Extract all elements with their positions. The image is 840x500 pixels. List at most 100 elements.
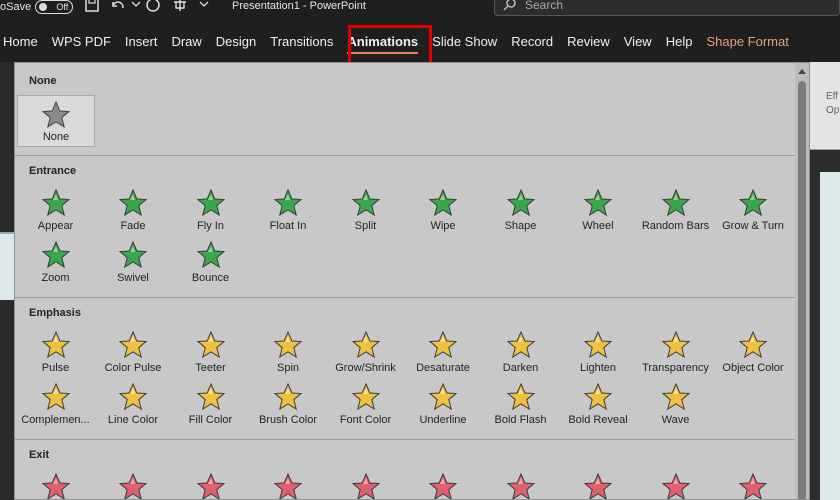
animation-emphasis-lighten[interactable]: Lighten: [560, 327, 637, 377]
animation-emphasis-darken[interactable]: Darken: [482, 327, 559, 377]
tab-transitions[interactable]: Transitions: [263, 20, 340, 62]
animation-exit-item[interactable]: [405, 469, 482, 499]
animation-emphasis-font-color[interactable]: Font Color: [327, 379, 404, 429]
autosave[interactable]: oSave Off: [0, 0, 74, 14]
star-entrance-icon: [118, 240, 148, 269]
animation-emphasis-color-pulse[interactable]: Color Pulse: [95, 327, 172, 377]
effect-options-line2: Opti: [826, 105, 840, 116]
tab-help[interactable]: Help: [659, 20, 700, 62]
animation-emphasis-fill-color[interactable]: Fill Color: [172, 379, 249, 429]
left-pane-strip: [0, 62, 14, 500]
star-exit-icon: [738, 472, 768, 499]
animation-entrance-wipe[interactable]: Wipe: [405, 185, 482, 235]
animation-emphasis-underline[interactable]: Underline: [405, 379, 482, 429]
animation-emphasis-line-color[interactable]: Line Color: [95, 379, 172, 429]
animation-emphasis-teeter[interactable]: Teeter: [172, 327, 249, 377]
animation-emphasis-brush-color[interactable]: Brush Color: [250, 379, 327, 429]
star-entrance-icon: [738, 188, 768, 217]
animation-entrance-fade[interactable]: Fade: [95, 185, 172, 235]
star-exit-icon: [196, 472, 225, 499]
scroll-up-arrow-icon[interactable]: [798, 69, 806, 74]
tab-slide-show[interactable]: Slide Show: [425, 20, 504, 62]
animation-label: Shape: [504, 220, 537, 232]
animation-emphasis-transparency[interactable]: Transparency: [637, 327, 714, 377]
animation-exit-item[interactable]: [560, 469, 637, 499]
star-emphasis-icon: [351, 382, 380, 411]
animation-label: Random Bars: [641, 220, 710, 232]
start-slideshow-icon[interactable]: [172, 0, 188, 14]
tab-wps-pdf[interactable]: WPS PDF: [45, 20, 118, 62]
animation-emphasis-complemen[interactable]: Complemen...: [17, 379, 94, 429]
save-icon[interactable]: [84, 0, 100, 14]
animation-emphasis-desaturate[interactable]: Desaturate: [405, 327, 482, 377]
animation-emphasis-bold-reveal[interactable]: Bold Reveal: [560, 379, 637, 429]
animation-entrance-split[interactable]: Split: [327, 185, 404, 235]
animation-exit-item[interactable]: [482, 469, 559, 499]
animation-exit-item[interactable]: [95, 469, 172, 499]
animation-label: Fade: [120, 220, 146, 232]
search-box[interactable]: Search: [494, 0, 840, 16]
star-emphasis-icon: [428, 382, 458, 411]
animation-emphasis-pulse[interactable]: Pulse: [17, 327, 94, 377]
animation-emphasis-grow-shrink[interactable]: Grow/Shrink: [327, 327, 404, 377]
animation-exit-item[interactable]: [637, 469, 714, 499]
animation-entrance-random-bars[interactable]: Random Bars: [637, 185, 714, 235]
redo-icon[interactable]: [145, 0, 161, 14]
animation-entrance-zoom[interactable]: Zoom: [17, 237, 94, 287]
animation-label: Appear: [37, 220, 74, 232]
animation-entrance-float-in[interactable]: Float In: [250, 185, 327, 235]
effect-options-button[interactable]: Eff Opti: [826, 90, 840, 118]
tab-animations[interactable]: Animations: [340, 20, 425, 62]
tab-record[interactable]: Record: [504, 20, 560, 62]
animation-label: Wheel: [582, 220, 614, 232]
scrollbar-thumb[interactable]: [798, 81, 806, 499]
star-entrance-icon: [118, 188, 148, 217]
animation-exit-item[interactable]: [715, 469, 792, 499]
animation-emphasis-wave[interactable]: Wave: [637, 379, 714, 429]
animation-entrance-appear[interactable]: Appear: [17, 185, 94, 235]
star-gray-icon: [41, 100, 71, 129]
animation-label: Float In: [269, 220, 307, 232]
star-exit-icon: [428, 472, 458, 499]
animation-label: Fly In: [197, 220, 224, 232]
animation-label: Grow/Shrink: [335, 362, 396, 374]
tab-view[interactable]: View: [617, 20, 659, 62]
tab-review[interactable]: Review: [560, 20, 617, 62]
tab-shape-format[interactable]: Shape Format: [699, 20, 795, 62]
animation-emphasis-object-color[interactable]: Object Color: [715, 327, 792, 377]
animation-entrance-grow-turn[interactable]: Grow & Turn: [715, 185, 792, 235]
tab-insert[interactable]: Insert: [118, 20, 165, 62]
animation-exit-item[interactable]: [17, 469, 94, 499]
animation-exit-item[interactable]: [172, 469, 249, 499]
animation-label: Bold Flash: [494, 414, 547, 426]
document-title: Presentation1 - PowerPoint: [232, 0, 366, 12]
tab-draw[interactable]: Draw: [164, 20, 208, 62]
customize-toolbar-icon[interactable]: [196, 0, 212, 14]
animation-emphasis-bold-flash[interactable]: Bold Flash: [482, 379, 559, 429]
animation-gallery: None None Entrance Emphasis Exit Appear F…: [14, 62, 810, 500]
star-entrance-icon: [41, 188, 70, 217]
title-bar: oSave Off Presentation1 - PowerPoint Sea…: [0, 0, 840, 20]
section-divider: [15, 155, 797, 156]
animation-exit-item[interactable]: [327, 469, 404, 499]
section-divider: [15, 439, 797, 440]
animation-entrance-bounce[interactable]: Bounce: [172, 237, 249, 287]
gallery-scrollbar[interactable]: [795, 63, 809, 499]
star-emphasis-icon: [661, 330, 690, 359]
animation-none[interactable]: None: [17, 95, 95, 147]
autosave-toggle[interactable]: Off: [35, 0, 74, 14]
undo-dropdown-icon[interactable]: [128, 0, 144, 14]
undo-icon[interactable]: [110, 0, 126, 14]
star-emphasis-icon: [273, 382, 303, 411]
animation-exit-item[interactable]: [250, 469, 327, 499]
animation-entrance-wheel[interactable]: Wheel: [560, 185, 637, 235]
animation-emphasis-spin[interactable]: Spin: [250, 327, 327, 377]
effect-options-group[interactable]: Eff Opti: [810, 62, 840, 150]
tab-design[interactable]: Design: [209, 20, 263, 62]
animation-label: Swivel: [117, 272, 149, 284]
tab-home[interactable]: Home: [0, 20, 45, 62]
animation-label: Bounce: [191, 272, 230, 284]
animation-entrance-shape[interactable]: Shape: [482, 185, 559, 235]
animation-entrance-fly-in[interactable]: Fly In: [172, 185, 249, 235]
animation-entrance-swivel[interactable]: Swivel: [95, 237, 172, 287]
